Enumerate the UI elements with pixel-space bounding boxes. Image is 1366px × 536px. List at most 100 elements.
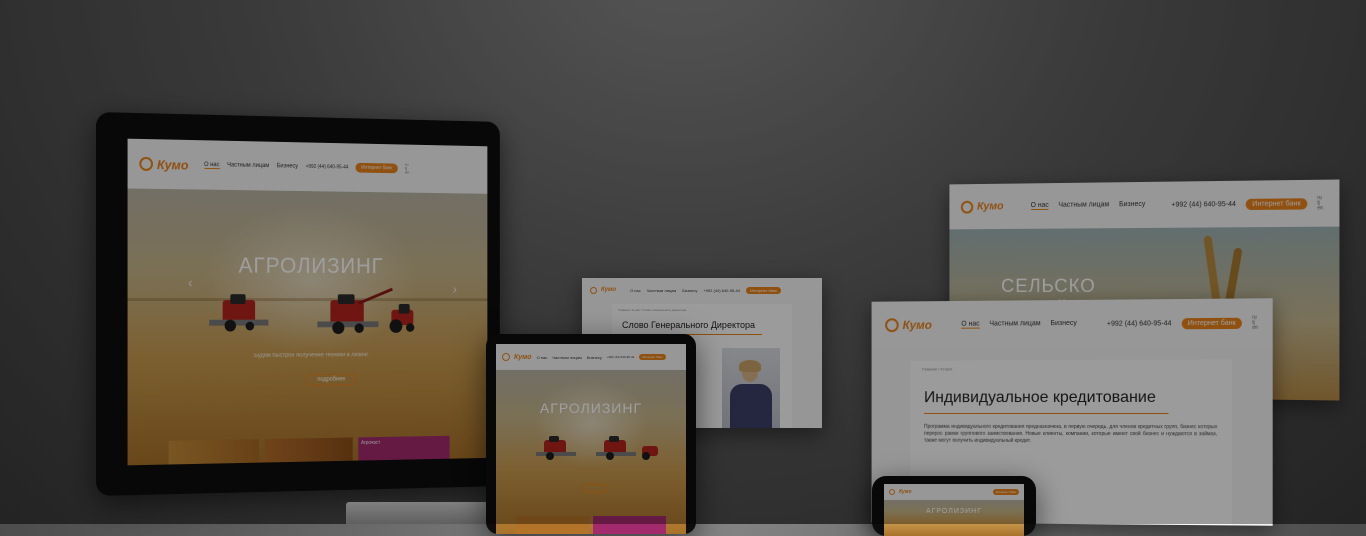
promo-tile-farm[interactable] xyxy=(264,437,353,463)
landscape-header: Кумо О нас Частным лицам Бизнесу +992 (4… xyxy=(949,179,1340,230)
tablet-header: Кумо О нас Частным лицам Бизнесу +992 (4… xyxy=(496,344,686,370)
portrait-body xyxy=(730,384,772,428)
internet-bank-button[interactable]: Интернет банк xyxy=(992,489,1019,495)
phone-number[interactable]: +992 (44) 640-95-44 xyxy=(1171,201,1236,209)
tractor-with-trailer xyxy=(386,304,417,333)
nav-business[interactable]: Бизнесу xyxy=(682,288,697,293)
lang-en[interactable]: en xyxy=(405,170,409,175)
brand-logo[interactable]: Кумо xyxy=(885,318,932,333)
nav-about[interactable]: О нас xyxy=(630,288,641,293)
brand-name: Кумо xyxy=(601,287,617,293)
phone-header: Кумо Интернет банк xyxy=(884,484,1024,500)
director-photo xyxy=(722,348,780,428)
promo-tile-grain[interactable] xyxy=(168,439,259,465)
internet-bank-button[interactable]: Интернет банк xyxy=(1246,197,1307,210)
landscape-hero-title: СЕЛЬСКО xyxy=(1001,276,1096,297)
main-nav: О нас Частным лицам Бизнесу xyxy=(204,161,298,170)
nav-private[interactable]: Частным лицам xyxy=(227,162,269,170)
credit-header: Кумо О нас Частным лицам Бизнесу +992 (4… xyxy=(871,298,1273,349)
promo-tiles xyxy=(496,516,686,534)
brand-name: Кумо xyxy=(899,489,912,495)
phone-screen: Кумо Интернет банк АГРОЛИЗИНГ xyxy=(884,484,1024,536)
nav-about[interactable]: О нас xyxy=(1030,201,1049,211)
desktop-monitor: Кумо О нас Частным лицам Бизнесу +992 (4… xyxy=(96,112,500,496)
nav-private[interactable]: Частным лицам xyxy=(1058,201,1109,209)
hero-title: АГРОЛИЗИНГ xyxy=(925,508,983,515)
phone-hero: АГРОЛИЗИНГ xyxy=(884,500,1024,536)
combine-harvester xyxy=(209,294,269,335)
title-underline xyxy=(924,412,1169,415)
monitor-stand xyxy=(346,502,496,524)
promo-tile-agro[interactable] xyxy=(593,516,666,534)
phone-number[interactable]: +992 (44) 640-95-44 xyxy=(607,355,634,359)
main-nav: О нас Частным лицам Бизнесу xyxy=(961,320,1077,329)
brand-logo[interactable]: Кумо xyxy=(502,353,532,361)
internet-bank-button[interactable]: Интернет банк xyxy=(745,286,781,294)
slider-prev-icon[interactable]: ‹ xyxy=(188,274,193,290)
brand-name: Кумо xyxy=(902,318,932,333)
logo-mark-icon xyxy=(889,489,895,495)
phone-number[interactable]: +992 (44) 640-95-44 xyxy=(703,288,740,293)
desktop-header: Кумо О нас Частным лицам Бизнесу +992 (4… xyxy=(127,138,488,194)
portrait-hair xyxy=(739,360,761,372)
breadcrumb: Главная / О нас / Слово генерального дир… xyxy=(618,308,687,312)
tablet-device: Кумо О нас Частным лицам Бизнесу +992 (4… xyxy=(486,334,696,534)
logo-mark-icon xyxy=(502,353,510,361)
promo-tile-grain[interactable] xyxy=(516,516,589,534)
nav-about[interactable]: О нас xyxy=(537,355,548,360)
promo-tile-agro[interactable]: Агрочаст xyxy=(358,435,450,461)
main-nav: О нас Частным лицам Бизнесу xyxy=(537,355,602,360)
internet-bank-button[interactable]: Интернет банк xyxy=(639,354,666,360)
desktop-hero: АГРОЛИЗИНГ ‹ › Будем быстрое получение т… xyxy=(127,188,488,466)
promo-tiles: Агрочаст xyxy=(128,435,488,465)
main-nav: О нас Частным лицам Бизнесу xyxy=(630,288,697,293)
nav-business[interactable]: Бизнесу xyxy=(587,355,602,360)
nav-business[interactable]: Бизнесу xyxy=(1050,320,1076,328)
lang-switch[interactable]: ru tj en xyxy=(1252,314,1258,330)
slider-next-icon[interactable]: › xyxy=(453,281,457,296)
brand-logo[interactable]: Кумо xyxy=(960,200,1004,214)
tablet-hero: АГРОЛИЗИНГ xyxy=(496,370,686,534)
nav-private[interactable]: Частным лицам xyxy=(647,288,677,293)
device-mockup-scene: Кумо О нас Частным лицам Бизнесу +992 (4… xyxy=(0,0,1366,536)
tablet-screen: Кумо О нас Частным лицам Бизнесу +992 (4… xyxy=(496,344,686,534)
tractor-with-trailer xyxy=(640,442,660,460)
main-nav: О нас Частным лицам Бизнесу xyxy=(1030,201,1145,211)
brand-logo[interactable]: Кумо xyxy=(590,286,617,294)
nav-about[interactable]: О нас xyxy=(204,161,220,169)
hero-more-button[interactable]: подробнее xyxy=(306,373,357,386)
brand-logo[interactable]: Кумо xyxy=(139,156,189,173)
lang-en[interactable]: en xyxy=(1252,324,1258,330)
brand-name: Кумо xyxy=(977,200,1004,213)
hero-subtitle: Будем быстрое получение техники в лизинг xyxy=(254,352,369,359)
phone-number[interactable]: +992 (44) 640-95-44 xyxy=(306,164,349,171)
combine-harvester xyxy=(536,436,576,462)
lang-switch[interactable]: ru tj en xyxy=(405,162,409,175)
intro-paragraph: Программа индивидуального кредитования п… xyxy=(924,423,1218,444)
combine-harvester xyxy=(317,287,393,337)
brand-logo[interactable]: Кумо xyxy=(889,489,912,495)
desktop-screen: Кумо О нас Частным лицам Бизнесу +992 (4… xyxy=(127,138,488,466)
lang-switch[interactable]: ru tj en xyxy=(1317,195,1323,211)
nav-private[interactable]: Частным лицам xyxy=(552,355,582,360)
internet-bank-button[interactable]: Интернет банк xyxy=(355,162,398,174)
logo-mark-icon xyxy=(960,200,974,214)
brand-name: Кумо xyxy=(514,353,532,361)
hero-title: АГРОЛИЗИНГ xyxy=(238,252,384,278)
hero-more-button[interactable] xyxy=(582,484,608,493)
logo-mark-icon xyxy=(590,286,597,294)
page-title: Индивидуальное кредитование xyxy=(924,388,1156,407)
nav-business[interactable]: Бизнесу xyxy=(277,163,298,170)
nav-about[interactable]: О нас xyxy=(961,320,980,329)
phone-number[interactable]: +992 (44) 640-95-44 xyxy=(1107,320,1172,327)
internet-bank-button[interactable]: Интернет банк xyxy=(1181,317,1242,329)
nav-business[interactable]: Бизнесу xyxy=(1119,201,1145,209)
horizon-line xyxy=(127,298,488,302)
phone-device: Кумо Интернет банк АГРОЛИЗИНГ xyxy=(872,476,1036,536)
brand-name: Кумо xyxy=(156,156,189,173)
logo-mark-icon xyxy=(139,156,154,171)
director-header: Кумо О нас Частным лицам Бизнесу +992 (4… xyxy=(582,278,822,302)
lang-en[interactable]: en xyxy=(1317,205,1323,211)
logo-mark-icon xyxy=(885,318,899,333)
nav-private[interactable]: Частным лицам xyxy=(989,320,1040,328)
